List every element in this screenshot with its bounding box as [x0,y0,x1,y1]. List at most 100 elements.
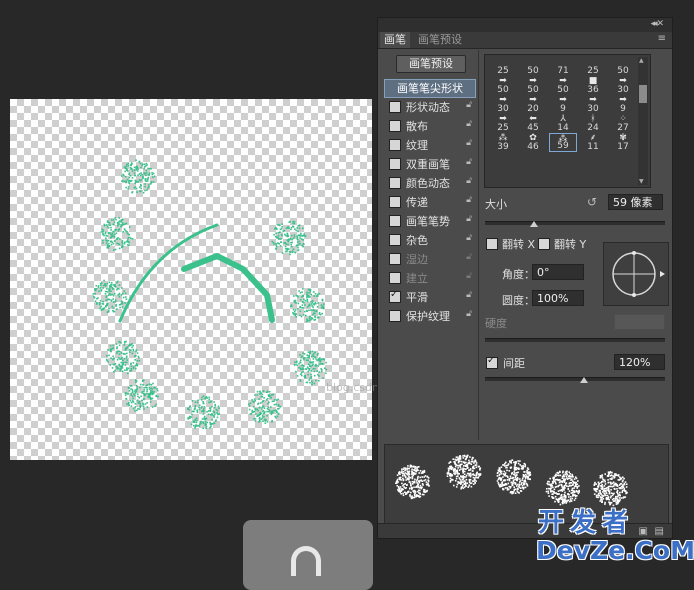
brush-tip-cell[interactable]: ⸙ 11 [579,133,607,152]
lock-icon[interactable]: 🔓︎ [466,100,472,110]
collapse-icon[interactable]: ◂◂ ✕ [651,19,665,29]
grid-scrollbar[interactable]: ▲ ▼ [638,57,648,185]
lock-icon[interactable]: 🔓︎ [466,176,472,186]
brush-tip-cell[interactable]: ➡ 50 [489,76,517,95]
option-checkbox[interactable] [389,289,401,303]
lock-icon[interactable]: 🔓︎ [466,252,472,262]
document-canvas[interactable]: blog.csdn.net/wangzibgan [10,99,470,460]
option-checkbox[interactable] [389,272,401,284]
panel-title-bar[interactable]: ◂◂ ✕ [378,18,672,32]
brush-option-row[interactable]: 颜色动态 🔓︎ [384,174,474,191]
brush-dab-speck [308,356,310,358]
brush-option-row[interactable]: 保护纹理 🔓︎ [384,307,474,324]
brush-option-row[interactable]: 杂色 🔓︎ [384,231,474,248]
lock-icon[interactable]: 🔓︎ [466,233,472,243]
spacing-checkbox[interactable] [486,355,498,369]
brush-presets-button[interactable]: 画笔预设 [396,55,466,73]
lock-icon[interactable]: 🔓︎ [466,119,472,129]
brush-dab-speck [126,352,128,355]
option-checkbox[interactable] [389,139,401,151]
angle-field[interactable]: 0° [532,264,584,280]
brush-tip-cell[interactable]: ➡ 25 [489,114,517,133]
brush-tip-cell[interactable]: ➡ 50 [549,76,577,95]
brush-dab-speck [195,421,198,424]
brush-tip-cell[interactable]: 50 [519,57,547,76]
brush-tip-cell[interactable]: ➡ 30 [609,76,637,95]
angle-roundness-widget[interactable] [603,242,669,306]
brush-dab-speck [298,224,301,226]
spacing-slider-track[interactable] [485,377,665,381]
brush-tip-cell[interactable]: ⁂ 59 [549,133,577,152]
flip-y-checkbox[interactable] [538,238,550,250]
brush-tip-cell[interactable]: ✿ 46 [519,133,547,152]
lock-icon[interactable]: 🔓︎ [466,290,472,300]
scroll-up-icon[interactable]: ▲ [639,57,644,64]
brush-tip-size: 24 [587,123,599,133]
brush-option-row[interactable]: 散布 🔓︎ [384,117,474,134]
reset-size-icon[interactable]: ↺ [587,195,597,209]
brush-option-row[interactable]: 传递 🔓︎ [384,193,474,210]
brush-dab-speck [202,395,205,397]
brush-option-row[interactable]: 建立 🔓︎ [384,269,474,286]
option-checkbox[interactable] [389,101,401,113]
option-checkbox[interactable] [389,215,401,227]
brush-tip-cell[interactable]: ➡ 9 [609,95,637,114]
spacing-field[interactable]: 120% [614,354,665,370]
brush-option-row[interactable]: 画笔笔势 🔓︎ [384,212,474,229]
brush-tip-cell[interactable]: ⅄ 14 [549,114,577,133]
lock-icon[interactable]: 🔓︎ [466,157,472,167]
floating-window-tab[interactable] [243,520,373,590]
brush-option-row[interactable]: 平滑🔓︎ [384,288,474,305]
brush-tip-cell[interactable]: ⁂ 39 [489,133,517,152]
spacing-slider-thumb[interactable] [580,377,588,383]
brush-tip-cell[interactable]: ⁘ 27 [609,114,637,133]
brush-option-row[interactable]: 湿边 🔓︎ [384,250,474,267]
brush-option-row[interactable]: 纹理 🔓︎ [384,136,474,153]
lock-icon[interactable]: 🔓︎ [466,195,472,205]
option-checkbox[interactable] [389,177,401,189]
size-slider-thumb[interactable] [529,221,538,227]
size-slider-track[interactable] [485,221,665,225]
lock-icon[interactable]: 🔓︎ [466,138,472,148]
option-checkbox[interactable] [389,310,401,322]
flip-x-checkbox[interactable] [486,238,498,250]
brush-tip-cell[interactable]: ➡ 9 [549,95,577,114]
brush-dab-speck [605,497,608,500]
scroll-down-icon[interactable]: ▼ [639,178,644,185]
lock-icon[interactable]: 🔓︎ [466,214,472,224]
option-brush-tip-shape[interactable]: 画笔笔尖形状 [384,79,476,98]
option-checkbox[interactable] [389,196,401,208]
tab-brush-presets[interactable]: 画笔预设 [414,32,466,48]
size-field[interactable]: 59 像素 [608,194,663,210]
brush-option-row[interactable]: 双重画笔 🔓︎ [384,155,474,172]
option-checkbox[interactable] [389,234,401,246]
brush-tip-cell[interactable]: ➡ 30 [579,95,607,114]
brush-tip-cell[interactable]: ➡ 30 [489,95,517,114]
lock-icon[interactable]: 🔓︎ [466,309,472,319]
brush-dab-speck [548,495,550,497]
option-checkbox[interactable] [389,253,401,265]
panel-menu-icon[interactable]: ≡ [658,33,666,44]
lock-icon[interactable]: 🔓︎ [466,271,472,281]
grid-scroll-thumb[interactable] [639,85,647,103]
brush-tip-cell[interactable]: ✾ 17 [609,133,637,152]
brush-dab-speck [205,425,208,428]
option-checkbox[interactable] [389,158,401,170]
roundness-field[interactable]: 100% [532,290,584,306]
brush-dab-speck [214,404,217,407]
site-logo: 开发者 DevZe.CoM [536,502,694,568]
brush-tip-cell[interactable]: ⬅ 45 [519,114,547,133]
option-checkbox[interactable] [389,120,401,132]
brush-dab-speck [465,484,467,486]
brush-dab-speck [426,489,428,492]
brush-tip-cell[interactable]: 50 [609,57,637,76]
brush-tip-cell[interactable]: ᚼ 24 [579,114,607,133]
brush-tip-cell[interactable]: ■ 36 [579,76,607,95]
tab-brush[interactable]: 画笔 [380,32,410,48]
brush-tip-cell[interactable]: 71 [549,57,577,76]
brush-tip-cell[interactable]: ➡ 20 [519,95,547,114]
brush-tip-cell[interactable]: 25 [489,57,517,76]
brush-option-row[interactable]: 形状动态 🔓︎ [384,98,474,115]
brush-tip-cell[interactable]: 25 [579,57,607,76]
brush-tip-cell[interactable]: ➡ 50 [519,76,547,95]
